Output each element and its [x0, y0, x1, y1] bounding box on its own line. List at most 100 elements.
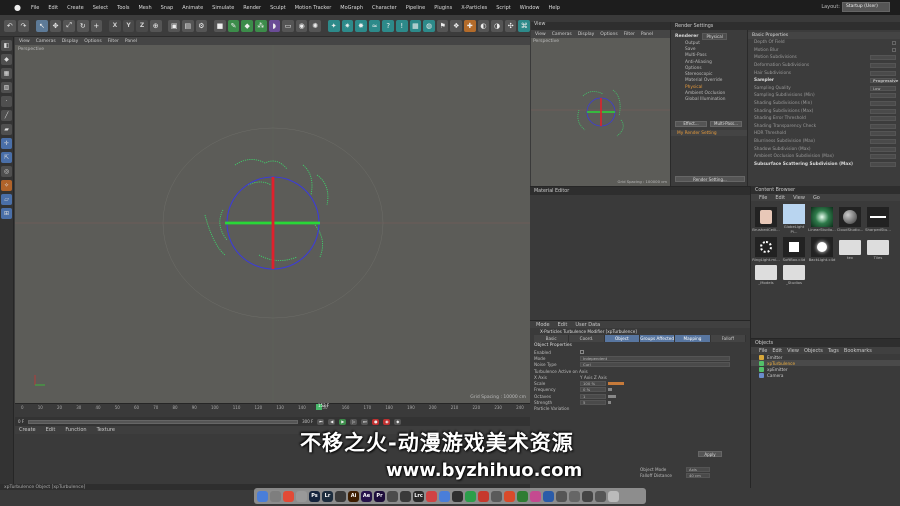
cb-item[interactable]: SoftBox.c4d [780, 237, 808, 262]
frequency-slider[interactable] [608, 388, 612, 392]
step-forward-icon[interactable]: ▷ [350, 418, 358, 425]
render-setting-button[interactable]: Render Setting... [675, 176, 745, 183]
prop-sss-subdivision[interactable]: Subsurface Scattering Subdivision (Max) [748, 161, 900, 169]
xp-generators-icon[interactable]: ✸ [355, 19, 367, 32]
rotate-icon[interactable]: ↻ [76, 19, 89, 32]
enable-axis-icon[interactable]: ✛ [1, 138, 12, 149]
dock-app-icon[interactable] [608, 490, 619, 502]
vp-menu-options[interactable]: Options [84, 39, 101, 44]
render-view-icon[interactable]: ▣ [168, 19, 181, 32]
am-noise-type[interactable]: Noise Type Curl [530, 362, 750, 368]
prop-sampling-subdivisions-min[interactable]: Sampling Subdivisions (Min) [748, 92, 900, 100]
snap-icon[interactable]: ✧ [1, 180, 12, 191]
apply-button[interactable]: Apply [698, 451, 722, 457]
dock-app-icon[interactable] [426, 490, 437, 502]
cb-item[interactable]: _Studios [780, 265, 808, 285]
x-axis-icon[interactable]: X [109, 19, 121, 32]
tweak-mode-icon[interactable]: ⇱ [1, 152, 12, 163]
cb-item[interactable]: LinearStudio... [808, 206, 836, 232]
menu-mograph[interactable]: MoGraph [340, 5, 363, 11]
cb-menu-go[interactable]: Go [813, 195, 820, 201]
prop-hdr-threshold[interactable]: HDR Threshold [748, 130, 900, 138]
dock-app-icon[interactable]: Lrc [413, 490, 424, 502]
obj-menu-view[interactable]: View [787, 348, 799, 354]
tab-object[interactable]: Object [604, 335, 640, 342]
menu-select[interactable]: Select [93, 5, 108, 11]
mat-menu-function[interactable]: Function [65, 427, 86, 433]
point-mode-icon[interactable]: · [1, 96, 12, 107]
edit-render-settings-icon[interactable]: ⚙ [195, 19, 208, 32]
menu-help[interactable]: Help [548, 5, 559, 11]
dock-app-icon[interactable]: Lr [322, 490, 333, 502]
menu-sculpt[interactable]: Sculpt [270, 5, 286, 11]
workplane-mode-icon[interactable]: ▧ [1, 82, 12, 93]
menu-edit[interactable]: Edit [48, 5, 58, 11]
prop-shading-error-threshold[interactable]: Shading Error Threshold [748, 115, 900, 123]
vp2-menu-display[interactable]: Display [578, 32, 595, 37]
frame-range-slider[interactable] [28, 419, 299, 424]
prop-sampling-quality[interactable]: Sampling Quality Low [748, 85, 900, 93]
dock-app-icon[interactable] [530, 490, 541, 502]
prop-motion-subdivisions[interactable]: Motion Subdivisions [748, 54, 900, 62]
dock-app-icon[interactable] [543, 490, 554, 502]
cb-item[interactable]: SharpedStu... [864, 206, 892, 232]
edge-mode-icon[interactable]: ╱ [1, 110, 12, 121]
xp-tools-icon[interactable]: ✣ [504, 19, 517, 32]
dock-app-icon[interactable]: Pr [374, 490, 385, 502]
spline-pen-icon[interactable]: ✎ [227, 19, 240, 32]
dock-app-icon[interactable] [400, 490, 411, 502]
prop-hair-subdivisions[interactable]: Hair Subdivisions [748, 69, 900, 77]
effect-button[interactable]: Effect... [675, 120, 707, 127]
octaves-slider[interactable] [608, 394, 616, 398]
make-editable-icon[interactable]: ◧ [1, 40, 12, 51]
dock-app-icon[interactable] [556, 490, 567, 502]
locked-workplane-icon[interactable]: ⊞ [1, 208, 12, 219]
dock-app-icon[interactable] [270, 490, 281, 502]
vp2-menu-cameras[interactable]: Cameras [552, 32, 572, 37]
dock-app-icon[interactable] [582, 490, 593, 502]
am-menu-user-data[interactable]: User Data [575, 322, 600, 328]
menu-animate[interactable]: Animate [182, 5, 203, 11]
dock-app-icon[interactable]: Ae [361, 490, 372, 502]
obj-menu-tags[interactable]: Tags [828, 348, 839, 354]
z-axis-icon[interactable]: Z [136, 19, 148, 32]
cb-item[interactable]: Tiles [864, 239, 892, 260]
menu-character[interactable]: Character [372, 5, 397, 11]
cube-icon[interactable]: ■ [214, 19, 226, 32]
bend-deformer-icon[interactable]: ◗ [268, 19, 281, 32]
step-back-icon[interactable]: ◀ [328, 418, 336, 425]
mat-menu-create[interactable]: Create [19, 427, 36, 433]
cb-menu-view[interactable]: View [793, 195, 805, 201]
obj-menu-file[interactable]: File [759, 348, 767, 354]
xp-help-icon[interactable]: ❖ [450, 19, 463, 32]
subdivision-surface-icon[interactable]: ◆ [241, 19, 253, 32]
xp-scripts-icon[interactable]: ⌘ [518, 19, 531, 32]
xp-fluid-icon[interactable]: ◍ [423, 19, 435, 32]
coordinate-system-icon[interactable]: ⊕ [149, 19, 162, 32]
prop-shading-transparency-check[interactable]: Shading Transparency Check [748, 123, 900, 131]
camera-icon[interactable]: ◉ [295, 19, 308, 32]
cb-item[interactable]: BackLight.c4d [808, 237, 836, 262]
menu-script[interactable]: Script [496, 5, 511, 11]
am-menu-edit[interactable]: Edit [558, 322, 568, 328]
strength-slider[interactable] [608, 401, 611, 405]
object-row-camera[interactable]: Camera [751, 372, 900, 378]
vp-menu-cameras[interactable]: Cameras [36, 39, 56, 44]
dock-app-icon[interactable]: Ps [309, 490, 320, 502]
xp-render-icon[interactable]: ✚ [464, 19, 476, 32]
xp-utility-icon[interactable]: ⚑ [436, 19, 449, 32]
dock-app-icon[interactable]: Ai [348, 490, 359, 502]
main-viewport[interactable]: Perspective Grid Spacing : 10000 cm [15, 45, 530, 403]
xp-cache-icon[interactable]: ▦ [409, 19, 422, 32]
menu-motion-tracker[interactable]: Motion Tracker [295, 5, 332, 11]
small-viewport[interactable]: Perspective Grid Spacing : 100000 cm [531, 38, 670, 186]
apple-icon[interactable]: ● [14, 3, 22, 12]
play-icon[interactable]: ▶ [339, 418, 347, 425]
cb-item[interactable]: _Models [752, 265, 780, 285]
prop-sampler[interactable]: Sampler Progressive [748, 77, 900, 85]
menu-pipeline[interactable]: Pipeline [406, 5, 426, 11]
redo-icon[interactable]: ↷ [17, 19, 30, 32]
xp-actions-icon[interactable]: ! [395, 19, 408, 32]
vp2-menu-view[interactable]: View [535, 32, 546, 37]
frame-end[interactable]: 300 F [302, 419, 313, 424]
